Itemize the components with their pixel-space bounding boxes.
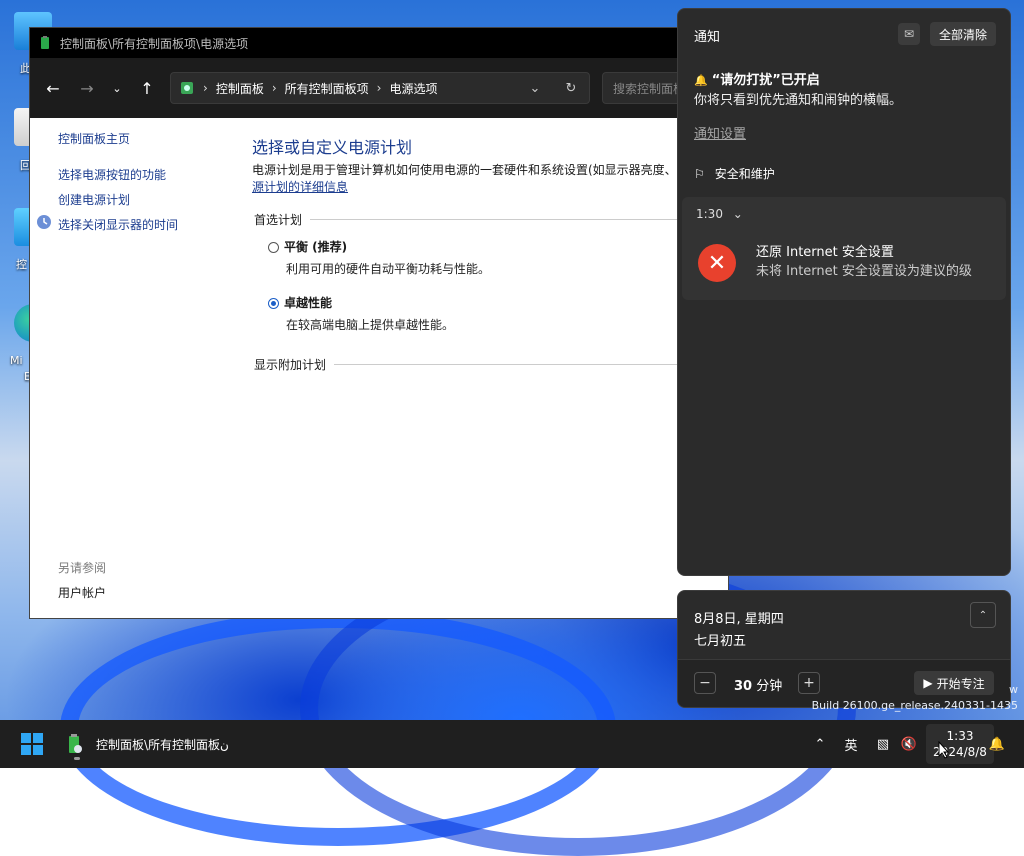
notification-group-security[interactable]: ⚐ 安全和维护	[694, 165, 775, 182]
calendar-panel: 8月8日, 星期四 七月初五 ⌃ − 30 分钟 + ▶ 开始专注	[677, 590, 1011, 708]
sidebar-home-link[interactable]: 控制面板主页	[58, 130, 130, 147]
notification-text: 未将 Internet 安全设置设为建议的级	[756, 264, 972, 279]
mouse-cursor-icon	[938, 741, 950, 759]
notification-center: 通知 ✉ 全部清除 🔔 “请勿打扰”已开启 你将只看到优先通知和闹钟的横幅。 通知…	[677, 8, 1011, 576]
power-options-icon	[41, 36, 49, 49]
taskbar-time: 1:33	[946, 729, 974, 743]
sidebar-item-power-buttons[interactable]: 选择电源按钮的功能	[58, 166, 166, 183]
main-content: 选择或自定义电源计划 电源计划是用于管理计算机如何使用电源的一套硬件和系统设置(…	[252, 118, 728, 618]
control-panel-battery-icon	[69, 734, 82, 753]
plan-balanced-radio[interactable]	[268, 242, 279, 253]
description: 电源计划是用于管理计算机如何使用电源的一套硬件和系统设置(如显示器亮度、 源计划…	[252, 162, 692, 196]
breadcrumb-separator-icon: ›	[203, 81, 208, 95]
focus-minutes-value: 30	[734, 679, 753, 694]
sidebar: 控制面板主页 选择电源按钮的功能 创建电源计划 选择关闭显示器的时间 另请参阅 …	[30, 118, 240, 618]
breadcrumb-control-panel[interactable]: 控制面板	[216, 80, 264, 97]
desktop-label: Mi	[10, 354, 23, 367]
forward-arrow-icon[interactable]: →	[72, 73, 102, 103]
clock-shield-icon	[37, 215, 51, 229]
up-arrow-icon[interactable]: ↑	[132, 73, 162, 103]
start-focus-label: 开始专注	[936, 676, 985, 691]
taskbar: 控制面板\所有控制面板ن ⌃ 英 ▧ 🔇 1:33 2024/8/8 🔔	[0, 720, 1024, 768]
address-dropdown-chevron-icon[interactable]: ⌄	[517, 81, 553, 96]
chevron-down-icon: ⌄	[732, 207, 743, 221]
show-additional-plans[interactable]: 显示附加计划	[254, 356, 694, 373]
notification-bell-icon[interactable]: 🔔	[986, 720, 1008, 768]
desktop-label: 控	[16, 258, 27, 271]
breadcrumb-separator-icon: ›	[271, 81, 277, 95]
volume-muted-icon[interactable]: 🔇	[898, 720, 920, 768]
calendar-date: 8月8日, 星期四	[694, 612, 784, 627]
dnd-status-title-text: “请勿打扰”已开启	[711, 73, 820, 88]
do-not-disturb-bell-icon[interactable]: ✉	[898, 23, 920, 45]
notification-time[interactable]: 1:30 ⌄	[696, 207, 743, 221]
preferred-plans-label: 首选计划	[254, 213, 303, 227]
taskbar-date: 2024/8/8	[933, 745, 987, 759]
window-title: 控制面板\所有控制面板项\电源选项	[60, 36, 249, 51]
description-text: 电源计划是用于管理计算机如何使用电源的一套硬件和系统设置(如显示器亮度、	[252, 163, 677, 177]
see-also-heading: 另请参阅	[58, 561, 107, 575]
ime-indicator[interactable]: 英	[840, 720, 862, 768]
breadcrumb-separator-icon: ›	[376, 81, 382, 95]
notification-time-text: 1:30	[696, 207, 723, 221]
taskbar-clock[interactable]: 1:33 2024/8/8	[926, 724, 994, 764]
user-accounts-link[interactable]: 用户帐户	[58, 584, 106, 601]
page-title: 选择或自定义电源计划	[252, 138, 413, 157]
sidebar-item-display-off[interactable]: 选择关闭显示器的时间	[58, 216, 178, 233]
notification-card[interactable]: 1:30 ⌄ ✕ 还原 Internet 安全设置 未将 Internet 安全…	[682, 197, 1006, 300]
recent-locations-chevron-icon[interactable]: ⌄	[102, 73, 132, 103]
window-titlebar[interactable]: 控制面板\所有控制面板项\电源选项	[30, 28, 728, 58]
plan-balanced-desc: 利用可用的硬件自动平衡功耗与性能。	[286, 262, 491, 276]
sidebar-item-create-plan[interactable]: 创建电源计划	[58, 191, 130, 208]
focus-minutes-unit: 分钟	[756, 679, 783, 694]
dnd-status-title: 🔔 “请勿打扰”已开启	[694, 69, 820, 88]
breadcrumb-power-options[interactable]: 电源选项	[389, 80, 437, 97]
refresh-icon[interactable]: ↻	[553, 81, 589, 96]
start-windows-icon[interactable]	[21, 733, 43, 755]
build-watermark-line2: Build 26100.ge_release.240331-1435	[811, 699, 1018, 712]
start-focus-button[interactable]: ▶ 开始专注	[914, 671, 994, 695]
notifications-header: 通知	[694, 30, 721, 45]
control-panel-window: 控制面板\所有控制面板项\电源选项 ← → ⌄ ↑ › 控制面板 › 所有控制面…	[29, 27, 729, 619]
security-maintenance-icon: ⚐	[694, 166, 705, 181]
address-bar[interactable]: › 控制面板 › 所有控制面板项 › 电源选项 ⌄ ↻	[170, 72, 590, 104]
bell-snooze-icon: 🔔	[694, 74, 708, 87]
show-hidden-icons-chevron-icon[interactable]: ⌃	[810, 720, 830, 768]
play-icon: ▶	[923, 676, 933, 690]
plan-balanced-name[interactable]: 平衡 (推荐)	[284, 238, 347, 255]
control-panel-icon	[181, 82, 193, 94]
collapse-calendar-chevron-icon[interactable]: ⌃	[970, 602, 996, 628]
back-arrow-icon[interactable]: ←	[38, 73, 68, 103]
notification-title: 还原 Internet 安全设置	[756, 245, 894, 260]
decrease-focus-minus-icon[interactable]: −	[694, 672, 716, 694]
preferred-plans-heading: 首选计划	[254, 211, 694, 228]
dnd-status-text: 你将只看到优先通知和闹钟的横幅。	[694, 93, 903, 108]
network-icon[interactable]: ▧	[872, 720, 894, 768]
increase-focus-plus-icon[interactable]: +	[798, 672, 820, 694]
notification-settings-link[interactable]: 通知设置	[694, 123, 746, 142]
taskbar-app-label: 控制面板\所有控制面板ن	[96, 737, 229, 752]
breadcrumb-all-items[interactable]: 所有控制面板项	[285, 80, 369, 97]
taskbar-app-control-panel[interactable]: 控制面板\所有控制面板ن	[64, 728, 229, 760]
focus-duration: 30 分钟	[734, 675, 782, 694]
plan-ultimate-desc: 在较高端电脑上提供卓越性能。	[286, 318, 455, 332]
show-additional-plans-label[interactable]: 显示附加计划	[254, 356, 326, 373]
plan-details-link[interactable]: 源计划的详细信息	[252, 180, 348, 194]
plan-ultimate-name[interactable]: 卓越性能	[284, 294, 332, 311]
error-x-icon: ✕	[698, 244, 736, 282]
build-watermark-line1: w	[1009, 683, 1018, 696]
clear-all-button[interactable]: 全部清除	[930, 22, 996, 46]
calendar-lunar-date: 七月初五	[694, 634, 747, 649]
navigation-bar: ← → ⌄ ↑ › 控制面板 › 所有控制面板项 › 电源选项 ⌄ ↻ 搜索控制…	[30, 58, 728, 118]
plan-ultimate-radio[interactable]	[268, 298, 279, 309]
notification-group-label: 安全和维护	[714, 167, 775, 181]
